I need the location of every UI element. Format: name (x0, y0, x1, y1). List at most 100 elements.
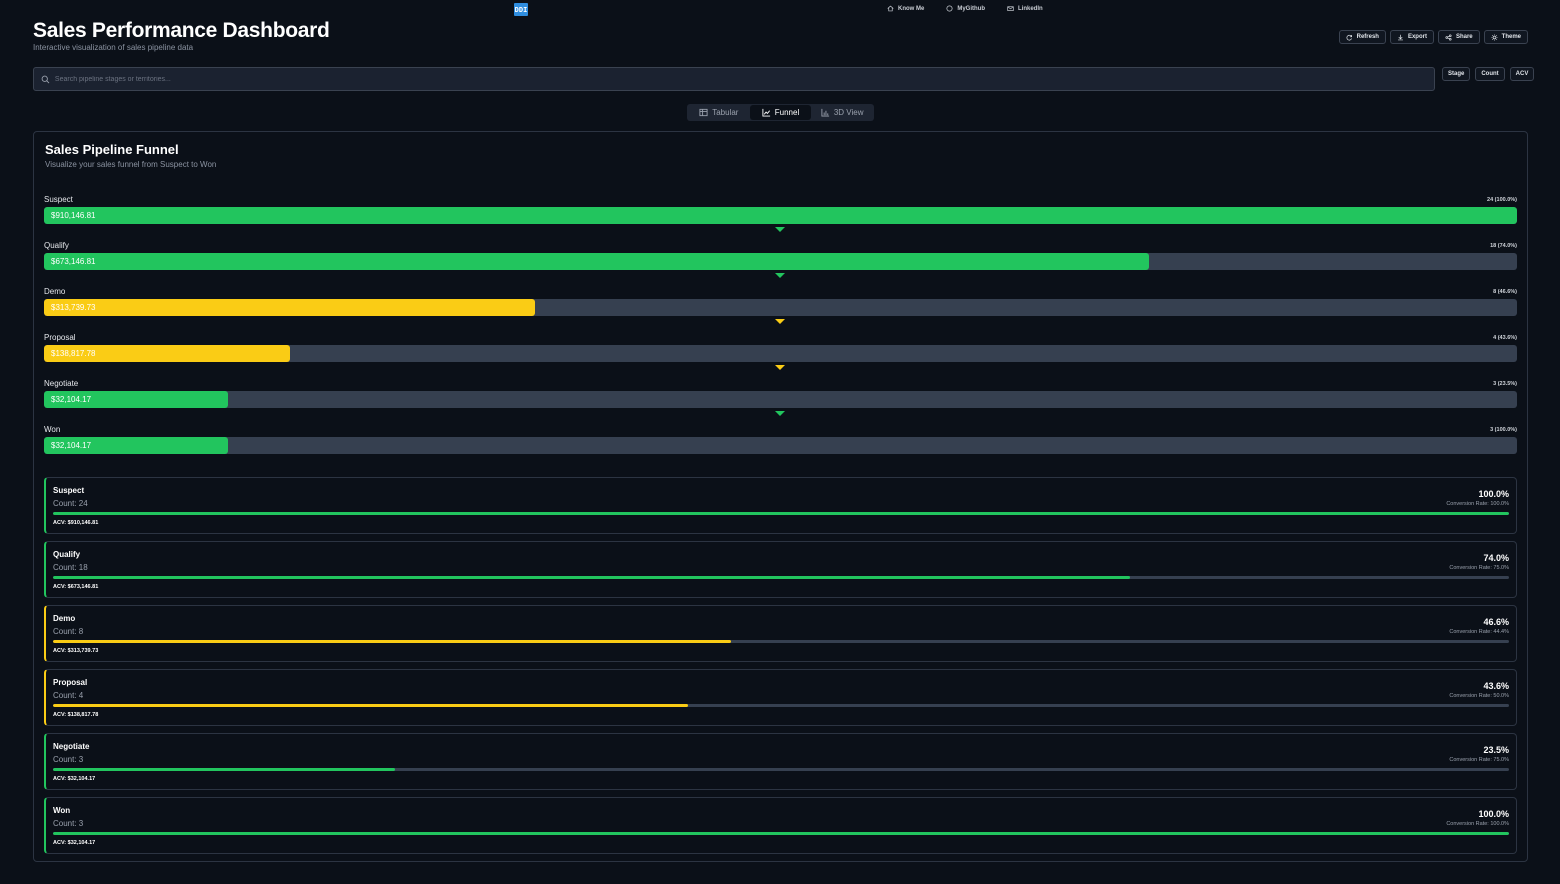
stage-count: 8 (46.6%) (1493, 289, 1517, 295)
tab-label: 3D View (833, 108, 864, 117)
card-progress-track (53, 832, 1509, 835)
card-progress-bar (53, 512, 1509, 515)
stage-bar: $138,817.78 (44, 345, 290, 362)
stage-track: $138,817.78 (44, 345, 1517, 362)
stage-card[interactable]: Won Count: 3 100.0% Conversion Rate: 100.0%… (44, 797, 1517, 854)
tab-funnel[interactable]: Funnel (749, 105, 812, 120)
card-conversion-rate: Conversion Rate: 75.0% (1449, 565, 1509, 571)
share-label: Share (1455, 34, 1473, 40)
share-icon (1445, 33, 1452, 41)
card-acv: ACV: $138,817.78 (53, 712, 99, 718)
card-progress-track (53, 704, 1509, 707)
stage-label: Demo (44, 287, 66, 296)
nav-link-label: Know Me (898, 5, 925, 12)
card-percentage: 74.0% (1483, 553, 1509, 563)
funnel-arrow-icon (775, 273, 785, 278)
sun-icon (1491, 33, 1498, 41)
stage-track: $32,104.17 (44, 391, 1517, 408)
stage-bar: $313,739.73 (44, 299, 535, 316)
brand-logo[interactable]: DDI (514, 3, 528, 16)
card-stage-name: Won (53, 806, 71, 815)
export-label: Export (1407, 34, 1427, 40)
funnel-stage-row[interactable]: Demo 8 (46.6%) $313,739.73 (44, 287, 1517, 333)
funnel-chart: Suspect 24 (100.0%) $910,146.81 Qualify 18 (… (44, 195, 1517, 471)
card-progress-bar (53, 576, 1131, 579)
share-button[interactable]: Share (1437, 30, 1480, 44)
card-acv: ACV: $673,146.81 (53, 584, 99, 590)
refresh-label: Refresh (1356, 34, 1379, 40)
funnel-stage-row[interactable]: Proposal 4 (43.6%) $138,817.78 (44, 333, 1517, 379)
card-progress-track (53, 768, 1509, 771)
stage-track: $32,104.17 (44, 437, 1517, 454)
funnel-stage-row[interactable]: Qualify 18 (74.0%) $673,146.81 (44, 241, 1517, 287)
stage-bar: $32,104.17 (44, 437, 229, 454)
header-actions: Refresh Export Share Theme (1338, 30, 1528, 44)
card-count: Count: 3 (53, 819, 84, 828)
tab-label: Funnel (774, 108, 800, 117)
card-count: Count: 3 (53, 755, 84, 764)
bar-chart-icon (821, 108, 829, 117)
stage-card[interactable]: Negotiate Count: 3 23.5% Conversion Rate: 7… (44, 733, 1517, 790)
card-conversion-rate: Conversion Rate: 44.4% (1449, 629, 1509, 635)
stage-cards: Suspect Count: 24 100.0% Conversion Rate: 1… (44, 477, 1517, 861)
search-icon (41, 75, 50, 83)
stage-card[interactable]: Demo Count: 8 46.6% Conversion Rate: 44.4% A… (44, 605, 1517, 662)
funnel-arrow-icon (775, 411, 785, 416)
stage-label: Negotiate (44, 379, 79, 388)
panel-title: Sales Pipeline Funnel (45, 142, 179, 157)
home-icon (887, 5, 894, 12)
stage-label: Proposal (44, 333, 76, 342)
card-progress-track (53, 576, 1509, 579)
card-progress-bar (53, 704, 688, 707)
card-conversion-rate: Conversion Rate: 75.0% (1449, 757, 1509, 763)
nav-link-know-me[interactable]: Know Me (887, 5, 924, 12)
funnel-arrow-icon (775, 365, 785, 370)
card-count: Count: 24 (53, 499, 88, 508)
card-progress-bar (53, 768, 396, 771)
export-button[interactable]: Export (1389, 30, 1434, 44)
tab-label: Tabular (712, 108, 739, 117)
stage-count: 3 (100.0%) (1490, 427, 1517, 433)
funnel-stage-row[interactable]: Won 3 (100.0%) $32,104.17 (44, 425, 1517, 471)
panel-subtitle: Visualize your sales funnel from Suspect… (45, 160, 217, 169)
page-title: Sales Performance Dashboard (33, 19, 330, 42)
card-stage-name: Proposal (53, 678, 88, 687)
card-count: Count: 4 (53, 691, 84, 700)
theme-button[interactable]: Theme (1483, 30, 1528, 44)
top-nav: Know Me MyGithub LinkedIn (887, 5, 1043, 12)
funnel-arrow-icon (775, 319, 785, 324)
funnel-stage-row[interactable]: Negotiate 3 (23.5%) $32,104.17 (44, 379, 1517, 425)
card-stage-name: Qualify (53, 550, 81, 559)
sort-count-button[interactable]: Count (1475, 67, 1505, 81)
search-bar (33, 67, 1435, 91)
stage-card[interactable]: Qualify Count: 18 74.0% Conversion Rate: 75… (44, 541, 1517, 598)
refresh-button[interactable]: Refresh (1338, 30, 1386, 44)
card-percentage: 100.0% (1478, 809, 1509, 819)
tab-3d-view[interactable]: 3D View (811, 105, 873, 120)
stage-track: $910,146.81 (44, 207, 1517, 224)
stage-card[interactable]: Proposal Count: 4 43.6% Conversion Rate: 50… (44, 669, 1517, 726)
stage-label: Qualify (44, 241, 69, 250)
card-count: Count: 18 (53, 563, 88, 572)
nav-link-label: LinkedIn (1018, 5, 1043, 12)
stage-card[interactable]: Suspect Count: 24 100.0% Conversion Rate: 1… (44, 477, 1517, 534)
funnel-arrow-icon (775, 227, 785, 232)
funnel-stage-row[interactable]: Suspect 24 (100.0%) $910,146.81 (44, 195, 1517, 241)
nav-link-github[interactable]: MyGithub (946, 5, 985, 12)
card-acv: ACV: $32,104.17 (53, 776, 96, 782)
stage-count: 3 (23.5%) (1493, 381, 1517, 387)
funnel-panel: Sales Pipeline Funnel Visualize your sal… (33, 131, 1528, 862)
card-conversion-rate: Conversion Rate: 100.0% (1446, 821, 1509, 827)
search-input[interactable] (54, 75, 1434, 83)
sort-acv-button[interactable]: ACV (1509, 67, 1535, 81)
card-progress-track (53, 640, 1509, 643)
stage-bar: $32,104.17 (44, 391, 229, 408)
stage-count: 24 (100.0%) (1487, 197, 1517, 203)
stage-track: $313,739.73 (44, 299, 1517, 316)
refresh-icon (1346, 34, 1352, 40)
tab-tabular[interactable]: Tabular (688, 105, 750, 120)
theme-label: Theme (1501, 34, 1521, 40)
sort-stage-button[interactable]: Stage (1442, 67, 1471, 81)
stage-count: 18 (74.0%) (1490, 243, 1517, 249)
nav-link-linkedin[interactable]: LinkedIn (1007, 5, 1043, 12)
